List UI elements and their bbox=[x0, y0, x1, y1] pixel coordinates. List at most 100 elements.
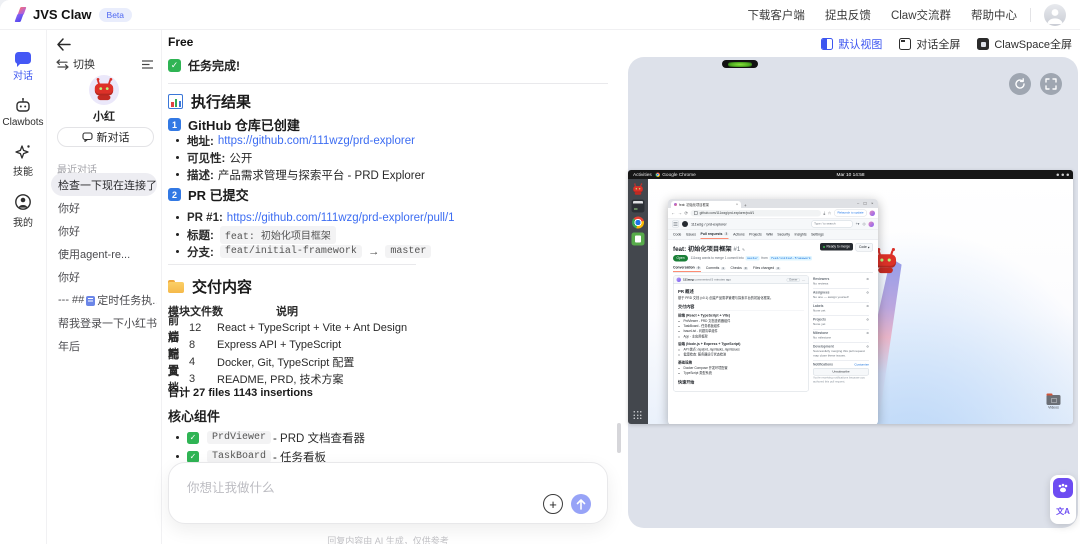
dock-chrome-icon[interactable] bbox=[632, 216, 645, 229]
nav-label-skills: 技能 bbox=[13, 163, 33, 178]
agent-avatar[interactable] bbox=[89, 75, 119, 105]
attach-button[interactable]: + bbox=[543, 494, 563, 514]
repo-tab-insights[interactable]: Insights bbox=[795, 230, 807, 239]
check-icon: ✓ bbox=[187, 432, 199, 444]
repo-tab-issues[interactable]: Issues bbox=[686, 230, 696, 239]
refresh-button[interactable] bbox=[1009, 73, 1031, 95]
claw-assistant-button[interactable] bbox=[1053, 478, 1073, 498]
gear-icon[interactable]: ⚙ bbox=[866, 304, 869, 308]
hamburger-icon[interactable] bbox=[672, 221, 679, 228]
repo-tab-wiki[interactable]: Wiki bbox=[766, 230, 773, 239]
pr-tab-files-changed[interactable]: Files changed 4 bbox=[753, 265, 780, 273]
base-branch-chip[interactable]: master bbox=[746, 256, 760, 261]
view-default[interactable]: 默认视图 bbox=[821, 36, 882, 52]
conversation-item[interactable]: 你好 bbox=[51, 219, 157, 242]
repo-tab-settings[interactable]: Settings bbox=[811, 230, 824, 239]
nav-item-mine[interactable]: 我的 bbox=[13, 193, 33, 229]
github-search[interactable]: Type / to search bbox=[812, 221, 853, 228]
comment-menu-icon[interactable]: … bbox=[802, 278, 806, 282]
fullscreen-button[interactable] bbox=[1040, 73, 1062, 95]
chat-scrollbar[interactable] bbox=[617, 423, 621, 453]
github-inbox-icon[interactable]: ◎ bbox=[862, 222, 865, 226]
message-input[interactable] bbox=[185, 475, 547, 509]
code-dropdown-button[interactable]: Code▾ bbox=[855, 243, 873, 252]
dock-editor-icon[interactable] bbox=[632, 233, 645, 246]
back-button[interactable] bbox=[56, 38, 72, 52]
tab-close-icon[interactable]: × bbox=[736, 203, 738, 207]
translate-button[interactable]: 文A bbox=[1053, 501, 1073, 521]
browser-profile-avatar[interactable] bbox=[870, 210, 876, 216]
desktop-clock[interactable]: Mar 10 14:58 bbox=[837, 172, 865, 178]
window-controls[interactable]: – ▢ × bbox=[857, 201, 875, 206]
browser-tab[interactable]: feat: 初始化项目框架 × bbox=[671, 201, 741, 208]
gear-icon[interactable]: ⚙ bbox=[866, 331, 869, 335]
dock-claw-app-icon[interactable] bbox=[632, 183, 645, 196]
github-plus-icon[interactable]: +▾ bbox=[856, 222, 860, 226]
activities-button[interactable]: Activities bbox=[633, 172, 652, 178]
gear-icon[interactable]: ⚙ bbox=[866, 318, 869, 322]
gear-icon[interactable]: ⚙ bbox=[866, 345, 869, 349]
pr-link[interactable]: https://github.com/111wzg/prd-explorer/p… bbox=[227, 212, 455, 224]
conversation-item[interactable]: 使用agent-re... bbox=[51, 242, 157, 265]
pr-tab-conversation[interactable]: Conversation 0 bbox=[673, 265, 701, 273]
link-download-client[interactable]: 下载客户端 bbox=[747, 7, 805, 23]
ready-to-merge-button[interactable]: Ready to merge bbox=[820, 243, 853, 251]
conversation-item[interactable]: 你好 bbox=[51, 196, 157, 219]
address-bar[interactable]: github.com/111wzg/prd-explorer/pull/1 bbox=[691, 210, 821, 217]
link-help-center[interactable]: 帮助中心 bbox=[971, 7, 1017, 23]
gear-icon[interactable]: ⚙ bbox=[866, 291, 869, 295]
view-clawspace-fullscreen[interactable]: ClawSpace全屏 bbox=[977, 36, 1072, 52]
edit-icon[interactable]: ✎ bbox=[742, 249, 745, 253]
remote-desktop-view[interactable]: Activities Google Chrome Mar 10 14:58 bbox=[628, 170, 1073, 424]
new-tab-button[interactable]: + bbox=[744, 203, 747, 208]
new-chat-button[interactable]: 新对话 bbox=[57, 127, 154, 147]
github-logo-icon[interactable] bbox=[682, 221, 688, 227]
conversation-item[interactable]: 检查一下现在连接了g... bbox=[51, 173, 157, 196]
reload-icon[interactable]: ⟳ bbox=[685, 210, 689, 216]
bookmark-icon[interactable]: ☆ bbox=[828, 210, 832, 216]
github-avatar[interactable] bbox=[869, 221, 875, 227]
app-grid-icon[interactable] bbox=[634, 411, 643, 420]
link-bug-feedback[interactable]: 捉虫反馈 bbox=[825, 7, 871, 23]
relaunch-update-button[interactable]: Relaunch to update bbox=[834, 210, 867, 217]
download-icon[interactable]: ⤓ bbox=[823, 210, 825, 216]
pr-tab-commits[interactable]: Commits 1 bbox=[706, 265, 726, 273]
clawspace-panel: Activities Google Chrome Mar 10 14:58 bbox=[628, 57, 1078, 528]
nav-item-skills[interactable]: 技能 bbox=[13, 143, 33, 178]
repo-breadcrumb[interactable]: 111wzg / prd-explorer bbox=[691, 222, 727, 227]
conversation-item[interactable]: --- ## 定时任务执... bbox=[51, 288, 157, 311]
repo-tab-projects[interactable]: Projects bbox=[749, 230, 762, 239]
link-claw-group[interactable]: Claw交流群 bbox=[891, 7, 951, 23]
dock-terminal-icon[interactable] bbox=[632, 200, 645, 213]
gear-icon[interactable]: ⚙ bbox=[866, 278, 869, 282]
send-button[interactable] bbox=[571, 494, 591, 514]
chrome-window[interactable]: feat: 初始化项目框架 × + – ▢ × ← → ⟳ bbox=[668, 199, 878, 424]
repo-tab-actions[interactable]: Actions bbox=[733, 230, 744, 239]
user-avatar[interactable] bbox=[1044, 4, 1066, 26]
repo-tab-pull-requests[interactable]: Pull requests 1 bbox=[700, 230, 728, 239]
system-tray-icons[interactable] bbox=[1057, 173, 1070, 176]
conversation-item[interactable]: 年后 bbox=[51, 334, 157, 357]
conversation-item[interactable]: 帮我登录一下小红书 bbox=[51, 311, 157, 334]
conversation-item[interactable]: 你好 bbox=[51, 265, 157, 288]
forward-icon[interactable]: → bbox=[678, 211, 682, 216]
tab-favicon bbox=[674, 203, 677, 206]
desktop-folder[interactable]: Videos bbox=[1045, 395, 1062, 410]
swap-icon[interactable] bbox=[56, 59, 69, 70]
repo-link[interactable]: https://github.com/111wzg/prd-explorer bbox=[218, 135, 415, 147]
active-app-indicator[interactable]: Google Chrome bbox=[656, 172, 696, 178]
customize-link[interactable]: Customize bbox=[854, 363, 869, 367]
head-branch-chip[interactable]: feat/initial-framework bbox=[770, 256, 813, 261]
list-settings-icon[interactable] bbox=[141, 59, 154, 70]
switch-label[interactable]: 切换 bbox=[73, 56, 95, 72]
back-icon[interactable]: ← bbox=[671, 211, 675, 216]
repo-tab-security[interactable]: Security bbox=[777, 230, 790, 239]
repo-tab-code[interactable]: Code bbox=[673, 230, 681, 239]
nav-item-chat[interactable]: 对话 bbox=[13, 52, 33, 82]
pr-tab-checks[interactable]: Checks 0 bbox=[730, 265, 748, 273]
view-chat-fullscreen[interactable]: 对话全屏 bbox=[899, 36, 960, 52]
nav-item-clawbots[interactable]: Clawbots bbox=[2, 97, 43, 128]
totals-line: 合计 27 files 1143 insertions bbox=[168, 384, 313, 400]
browser-toolbar: ← → ⟳ github.com/111wzg/prd-explorer/pul… bbox=[668, 208, 878, 219]
unsubscribe-button[interactable]: Unsubscribe bbox=[813, 368, 869, 376]
